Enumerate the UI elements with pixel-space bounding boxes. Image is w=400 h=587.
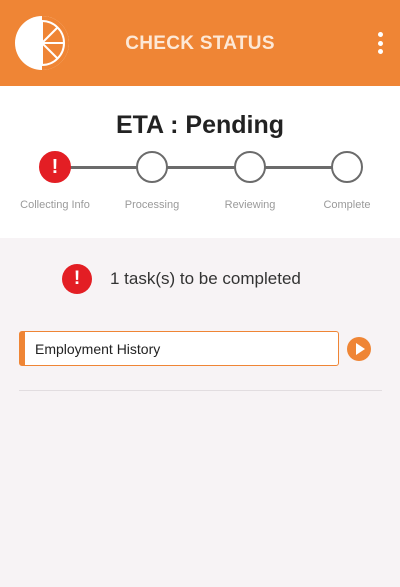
eta-value: Pending (185, 111, 285, 139)
kebab-menu-icon[interactable] (370, 30, 390, 56)
task-summary-text: 1 task(s) to be completed (110, 269, 301, 288)
eta-heading: ETAPending (0, 111, 400, 140)
step-reviewing-marker (234, 151, 266, 183)
step-label: Collecting Info (20, 199, 90, 211)
status-panel: ETAPending ! Collecting Info Processing … (0, 86, 400, 238)
task-item-employment-history[interactable]: Employment History (19, 331, 339, 366)
step-label: Reviewing (224, 199, 276, 211)
step-collecting-info-marker: ! (39, 151, 71, 183)
task-item-label: Employment History (35, 340, 161, 357)
divider (19, 390, 382, 391)
step-label: Complete (323, 199, 371, 211)
task-summary: ! 1 task(s) to be completed (62, 262, 301, 296)
app-header: CHECK STATUS (0, 0, 400, 86)
eta-label: ETA (116, 111, 185, 139)
progress-track (55, 166, 347, 169)
step-complete-marker (331, 151, 363, 183)
step-processing-marker (136, 151, 168, 183)
exclamation-icon: ! (51, 155, 59, 178)
step-label: Processing (124, 199, 180, 211)
play-circle-icon[interactable] (347, 337, 371, 361)
alert-icon: ! (62, 264, 92, 294)
page-title: CHECK STATUS (125, 33, 275, 54)
